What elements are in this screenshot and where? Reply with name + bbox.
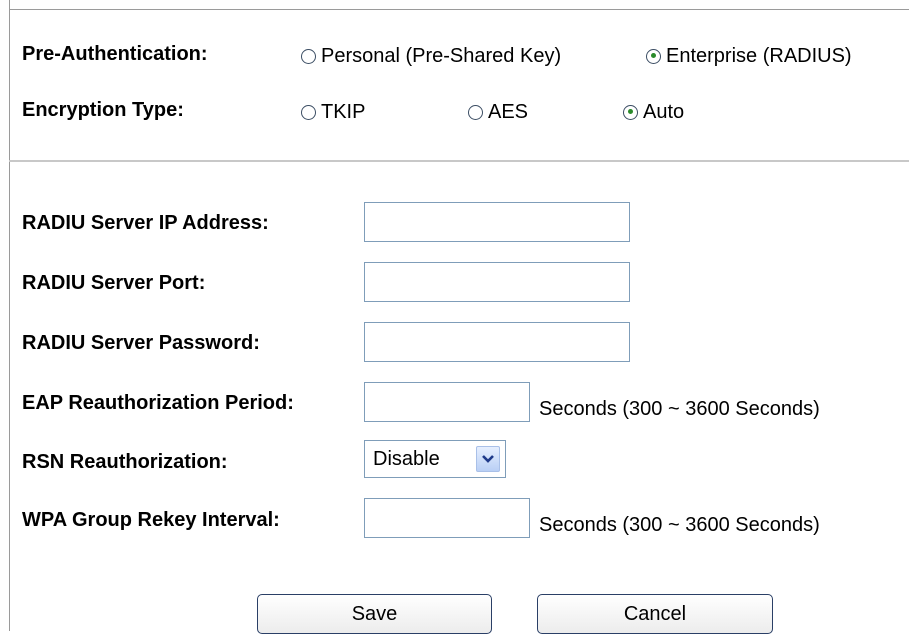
cancel-button[interactable]: Cancel bbox=[537, 594, 773, 634]
eap-period-hint: Seconds (300 ~ 3600 Seconds) bbox=[539, 398, 820, 420]
radio-enterprise-icon bbox=[646, 48, 661, 64]
radio-personal-icon bbox=[301, 48, 316, 64]
eap-period-input[interactable] bbox=[364, 382, 530, 422]
wpa-rekey-hint: Seconds (300 ~ 3600 Seconds) bbox=[539, 514, 820, 536]
save-button[interactable]: Save bbox=[257, 594, 492, 634]
radio-aes[interactable]: AES bbox=[468, 100, 528, 124]
wpa-rekey-label: WPA Group Rekey Interval: bbox=[22, 509, 280, 531]
radio-aes-label: AES bbox=[488, 101, 529, 123]
radio-personal[interactable]: Personal (Pre-Shared Key) bbox=[301, 44, 561, 68]
radius-password-label: RADIU Server Password: bbox=[22, 332, 260, 354]
radio-enterprise[interactable]: Enterprise (RADIUS) bbox=[646, 44, 852, 68]
section-divider bbox=[9, 160, 909, 162]
radio-aes-icon bbox=[468, 104, 483, 120]
radio-auto-icon bbox=[623, 104, 638, 120]
rsn-reauth-selected-value: Disable bbox=[373, 447, 440, 470]
radius-ip-label: RADIU Server IP Address: bbox=[22, 212, 269, 234]
eap-period-label: EAP Reauthorization Period: bbox=[22, 392, 294, 414]
radius-port-input[interactable] bbox=[364, 262, 630, 302]
chevron-down-icon[interactable] bbox=[476, 446, 500, 472]
radio-enterprise-label: Enterprise (RADIUS) bbox=[666, 45, 852, 67]
radio-tkip-label: TKIP bbox=[321, 101, 366, 123]
radio-personal-label: Personal (Pre-Shared Key) bbox=[321, 45, 562, 67]
frame-border-left bbox=[9, 0, 10, 631]
wpa-rekey-input[interactable] bbox=[364, 498, 530, 538]
radius-port-label: RADIU Server Port: bbox=[22, 272, 206, 294]
radius-ip-input[interactable] bbox=[364, 202, 630, 242]
frame-border-top bbox=[9, 9, 909, 10]
radius-password-input[interactable] bbox=[364, 322, 630, 362]
radio-tkip[interactable]: TKIP bbox=[301, 100, 365, 124]
rsn-reauth-label: RSN Reauthorization: bbox=[22, 451, 228, 473]
radio-auto-label: Auto bbox=[643, 101, 685, 123]
encryption-type-label: Encryption Type: bbox=[22, 99, 184, 121]
rsn-reauth-select[interactable]: Disable bbox=[364, 440, 506, 478]
radio-tkip-icon bbox=[301, 104, 316, 120]
pre-authentication-label: Pre-Authentication: bbox=[22, 43, 208, 65]
radio-auto[interactable]: Auto bbox=[623, 100, 684, 124]
